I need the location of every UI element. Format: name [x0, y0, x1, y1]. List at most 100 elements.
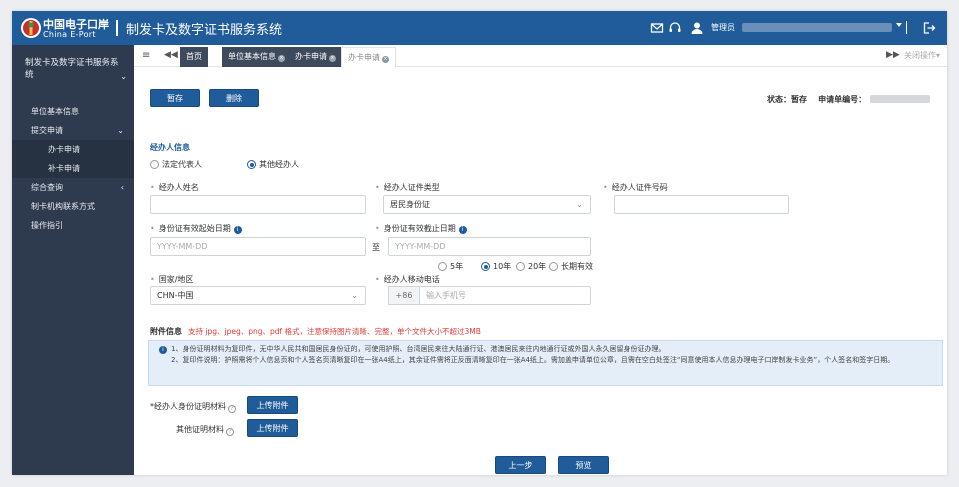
- sidebar-item-card-reissue[interactable]: 补卡申请: [12, 159, 134, 178]
- radio-checked-icon: [481, 262, 490, 271]
- headset-icon[interactable]: [668, 21, 682, 35]
- sidebar-item-guide[interactable]: 操作指引: [12, 216, 134, 235]
- apply-no-redacted: [870, 95, 931, 103]
- period-20y[interactable]: 20年: [516, 261, 546, 272]
- tab-label: 办卡申请: [295, 52, 327, 61]
- apply-no-label: 申请单编号：: [818, 95, 867, 104]
- chevron-down-icon: ⌄: [120, 72, 127, 81]
- sidebar-group-label: 制发卡及数字证书服务系统: [25, 58, 119, 80]
- sidebar-item-contacts[interactable]: 制卡机构联系方式: [12, 197, 134, 216]
- radio-icon: [549, 262, 558, 271]
- attachments-hint: 支持 jpg、jpeg、png、pdf 格式，注意保持图片清晰、完整，单个文件大…: [188, 327, 481, 336]
- valid-start-date-input[interactable]: YYYY-MM-DD: [150, 237, 366, 256]
- menu-toggle-icon[interactable]: ≡: [142, 50, 150, 61]
- status-label: 状态：: [767, 95, 791, 104]
- period-5y[interactable]: 5年: [438, 261, 463, 272]
- tab-card-apply[interactable]: 办卡申请 ×: [289, 47, 342, 67]
- top-header: 中国电子口岸 China E-Port 制发卡及数字证书服务系统 管理员: [12, 11, 947, 45]
- radio-label: 法定代表人: [162, 160, 202, 169]
- info-icon[interactable]: i: [233, 226, 242, 234]
- radio-label: 其他经办人: [259, 160, 299, 169]
- app-window: 中国电子口岸 China E-Port 制发卡及数字证书服务系统 管理员 制发卡…: [12, 11, 947, 475]
- delete-button[interactable]: 删除: [209, 89, 259, 107]
- admin-label: 管理员: [711, 23, 735, 32]
- logout-icon[interactable]: [922, 21, 936, 35]
- tab-scroll-left-icon[interactable]: ◀◀: [164, 50, 178, 60]
- id-number-input[interactable]: [614, 195, 789, 214]
- logo-text-en: China E-Port: [43, 30, 96, 39]
- chevron-down-icon: ⌄: [117, 126, 124, 135]
- country-value: CHN-中国: [157, 291, 194, 300]
- sidebar-item-card-apply[interactable]: 办卡申请: [12, 140, 134, 159]
- sidebar-item-label: 综合查询: [31, 183, 63, 192]
- tab-label: 办卡申请: [348, 53, 380, 62]
- upload-id-material-button[interactable]: 上传附件: [247, 396, 298, 414]
- sidebar-item-unit-info[interactable]: 单位基本信息: [12, 102, 134, 121]
- status-value: 暂存: [791, 95, 807, 104]
- preview-button[interactable]: 预览: [558, 456, 609, 474]
- close-icon[interactable]: ×: [329, 55, 336, 62]
- username-redacted: [742, 23, 892, 32]
- close-operations-label: 关闭操作: [904, 51, 936, 60]
- china-eport-logo-icon: [21, 18, 41, 38]
- valid-end-label: • 身份证有效截止日期 i: [375, 223, 467, 234]
- chevron-down-icon: ⌄: [351, 291, 358, 300]
- radio-icon: [438, 262, 447, 271]
- upload-other-material-button[interactable]: 上传附件: [247, 419, 298, 437]
- save-draft-button[interactable]: 暂存: [150, 89, 200, 107]
- chevron-left-icon: ‹: [120, 183, 124, 192]
- sidebar-item-label: 单位基本信息: [31, 107, 79, 116]
- sidebar-item-label: 提交申请: [31, 126, 63, 135]
- country-select[interactable]: CHN-中国 ⌄: [150, 286, 366, 305]
- tab-label: 单位基本信息: [228, 52, 276, 61]
- sidebar-item-label: 办卡申请: [48, 145, 80, 154]
- radio-icon: [516, 262, 525, 271]
- prev-step-button[interactable]: 上一步: [495, 456, 546, 474]
- id-material-label: *经办人身份证明材料?: [150, 401, 236, 413]
- chevron-down-icon[interactable]: [896, 23, 902, 27]
- period-10y[interactable]: 10年: [481, 261, 511, 272]
- agent-section-title: 经办人信息: [150, 143, 190, 152]
- attachments-notice: i 1、身份证明材料为复印件，无中华人民共和国居民身份证的，可使用护照、台湾居民来…: [148, 340, 943, 386]
- info-icon[interactable]: i: [458, 226, 467, 234]
- mail-icon[interactable]: [650, 21, 664, 35]
- help-icon[interactable]: ?: [226, 428, 234, 436]
- phone-label: • 经办人移动电话: [375, 275, 440, 284]
- tab-label: 首页: [186, 52, 202, 61]
- user-icon[interactable]: [690, 21, 704, 35]
- tab-home[interactable]: 首页: [180, 47, 208, 67]
- sidebar-item-submit-apply[interactable]: 提交申请 ⌄: [12, 121, 134, 140]
- agent-type-other[interactable]: 其他经办人: [247, 159, 299, 170]
- tab-scroll-right-icon[interactable]: ▶▶: [886, 50, 900, 60]
- tab-card-apply-active[interactable]: 办卡申请 ×: [341, 47, 396, 67]
- sidebar-item-query[interactable]: 综合查询 ‹: [12, 178, 134, 197]
- sidebar-item-label: 补卡申请: [48, 164, 80, 173]
- id-number-label: • 经办人证件号码: [603, 183, 668, 192]
- close-icon[interactable]: ×: [278, 55, 285, 62]
- close-operations-menu[interactable]: 关闭操作▾: [904, 50, 940, 61]
- id-type-select[interactable]: 居民身份证 ⌄: [383, 195, 591, 214]
- tab-unit-info[interactable]: 单位基本信息 ×: [222, 47, 291, 67]
- sidebar-group-title[interactable]: 制发卡及数字证书服务系统 ⌄: [25, 57, 127, 81]
- system-title: 制发卡及数字证书服务系统: [126, 23, 283, 38]
- valid-end-date-input[interactable]: YYYY-MM-DD: [388, 237, 591, 256]
- phone-country-code: +86: [388, 286, 420, 305]
- status-line: 状态：暂存 申请单编号：: [767, 94, 931, 105]
- radio-icon: [150, 160, 159, 169]
- agent-name-input[interactable]: [150, 195, 366, 214]
- phone-input[interactable]: 输入手机号: [419, 286, 591, 305]
- id-type-label: • 经办人证件类型: [375, 183, 440, 192]
- period-long-term[interactable]: 长期有效: [549, 261, 593, 272]
- agent-type-legal-rep[interactable]: 法定代表人: [150, 159, 202, 170]
- close-icon[interactable]: ×: [382, 56, 389, 63]
- header-divider: [116, 20, 118, 36]
- chevron-down-icon: ⌄: [576, 200, 583, 209]
- help-icon[interactable]: ?: [228, 405, 236, 413]
- header-divider-right: [906, 21, 907, 34]
- id-type-value: 居民身份证: [390, 200, 430, 209]
- sidebar: 制发卡及数字证书服务系统 ⌄ 单位基本信息 提交申请 ⌄ 办卡申请 补卡申请 综…: [12, 45, 134, 475]
- agent-name-label: • 经办人姓名: [150, 183, 199, 192]
- other-material-label: 其他证明材料?: [176, 424, 234, 436]
- radio-checked-icon: [247, 160, 256, 169]
- sidebar-item-label: 操作指引: [31, 221, 63, 230]
